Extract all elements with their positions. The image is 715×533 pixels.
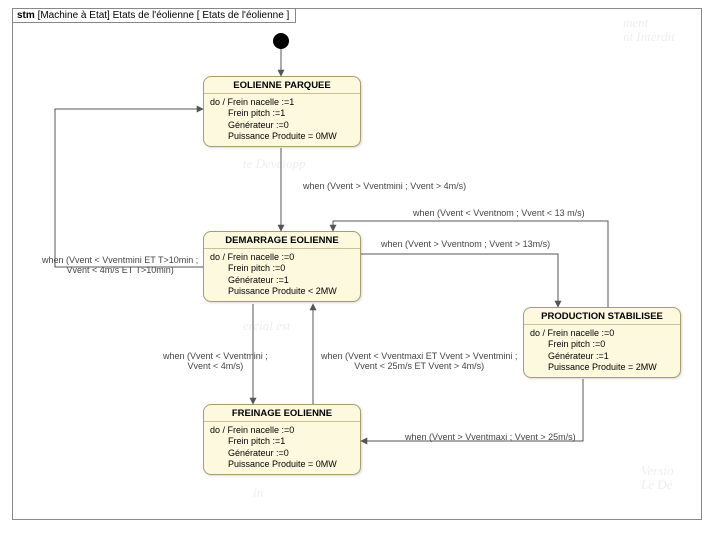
state-line: Frein pitch :=1 — [210, 108, 354, 119]
state-line: do / Frein nacelle :=0 — [530, 328, 674, 339]
frame-kind: stm — [17, 10, 35, 21]
guard-line: Vvent < 25m/s ET Vvent > 4m/s) — [354, 361, 484, 371]
state-line: Puissance Produite = 2MW — [530, 362, 674, 373]
state-line: Puissance Produite = 0MW — [210, 459, 354, 470]
guard-line: when (Vvent < Vventmini ET T>10min ; — [42, 255, 198, 265]
state-body: do / Frein nacelle :=1 Frein pitch :=1 G… — [204, 94, 360, 146]
state-line: Générateur :=0 — [210, 448, 354, 459]
state-line: Frein pitch :=0 — [530, 339, 674, 350]
state-line: Frein pitch :=0 — [210, 263, 354, 274]
guard-stab-to-freinage: when (Vvent > Vventmaxi ; Vvent > 25m/s) — [405, 432, 576, 442]
watermark: VersioLe Dé — [641, 464, 674, 493]
state-line: do / Frein nacelle :=0 — [210, 425, 354, 436]
state-body: do / Frein nacelle :=0 Frein pitch :=0 G… — [524, 325, 680, 377]
guard-parquee-to-demarrage: when (Vvent > Vventmini ; Vvent > 4m/s) — [303, 181, 466, 191]
frame-title: [Machine à Etat] Etats de l'éolienne [ E… — [35, 10, 290, 21]
guard-line: Vvent < 4m/s ET T>10min) — [67, 265, 174, 275]
state-line: Puissance Produite = 0MW — [210, 131, 354, 142]
state-eolienne-parquee: EOLIENNE PARQUEE do / Frein nacelle :=1 … — [203, 76, 361, 147]
state-body: do / Frein nacelle :=0 Frein pitch :=1 G… — [204, 422, 360, 474]
guard-demarrage-to-stab: when (Vvent > Vventnom ; Vvent > 13m/s) — [381, 239, 550, 249]
state-title: PRODUCTION STABILISEE — [524, 308, 680, 325]
guard-line: Vvent < 4m/s) — [188, 361, 244, 371]
state-freinage-eolienne: FREINAGE EOLIENNE do / Frein nacelle :=0… — [203, 404, 361, 475]
state-production-stabilisee: PRODUCTION STABILISEE do / Frein nacelle… — [523, 307, 681, 378]
state-line: Générateur :=0 — [210, 120, 354, 131]
guard-line: when (Vvent < Vventmaxi ET Vvent > Vvent… — [321, 351, 517, 361]
watermark: ercial est — [243, 319, 291, 333]
state-line: Puissance Produite < 2MW — [210, 286, 354, 297]
state-line: Générateur :=1 — [210, 275, 354, 286]
guard-freinage-to-demarrage: when (Vvent < Vventmaxi ET Vvent > Vvent… — [321, 351, 517, 372]
frame-title-tab: stm [Machine à Etat] Etats de l'éolienne… — [12, 8, 296, 23]
state-line: Frein pitch :=1 — [210, 436, 354, 447]
guard-demarrage-to-parquee: when (Vvent < Vventmini ET T>10min ; Vve… — [42, 255, 198, 276]
watermark: in — [253, 486, 263, 500]
state-title: EOLIENNE PARQUEE — [204, 77, 360, 94]
guard-demarrage-to-freinage: when (Vvent < Vventmini ; Vvent < 4m/s) — [163, 351, 268, 372]
state-line: Générateur :=1 — [530, 351, 674, 362]
state-line: do / Frein nacelle :=0 — [210, 252, 354, 263]
state-title: DEMARRAGE EOLIENNE — [204, 232, 360, 249]
watermark: te Developp — [243, 157, 305, 171]
state-machine-frame: stm [Machine à Etat] Etats de l'éolienne… — [12, 8, 702, 520]
state-demarrage-eolienne: DEMARRAGE EOLIENNE do / Frein nacelle :=… — [203, 231, 361, 302]
state-line: do / Frein nacelle :=1 — [210, 97, 354, 108]
state-title: FREINAGE EOLIENNE — [204, 405, 360, 422]
watermark: mentnt Interdit — [623, 16, 675, 45]
state-body: do / Frein nacelle :=0 Frein pitch :=0 G… — [204, 249, 360, 301]
guard-stab-to-demarrage: when (Vvent < Vventnom ; Vvent < 13 m/s) — [413, 208, 585, 218]
initial-state — [273, 33, 289, 49]
guard-line: when (Vvent < Vventmini ; — [163, 351, 268, 361]
